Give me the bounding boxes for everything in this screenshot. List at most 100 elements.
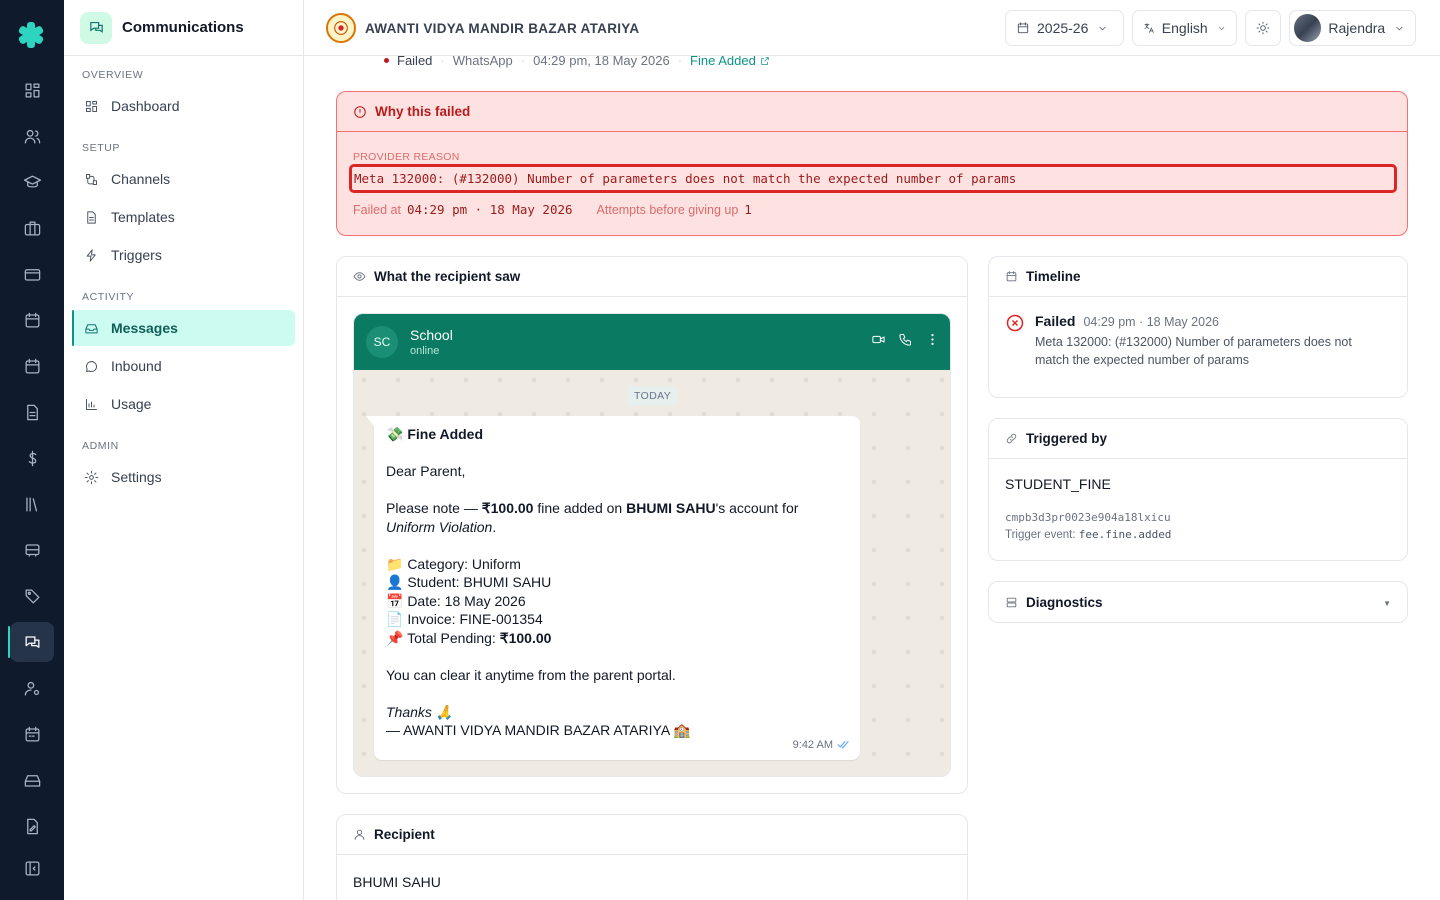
failure-footer: Failed at 04:29 pm · 18 May 2026 Attempt… xyxy=(353,202,752,217)
chevron-down-icon xyxy=(1099,26,1107,30)
bubble-line: 📅 Date: 18 May 2026 xyxy=(386,592,526,609)
rail-calendar-icon[interactable] xyxy=(10,300,54,340)
sidebar-title: Communications xyxy=(122,19,244,36)
rail-users-icon[interactable] xyxy=(10,116,54,156)
timeline-card-header: Timeline xyxy=(989,257,1407,297)
trigger-id: cmpb3d3pr0023e904a18lxicu xyxy=(1005,511,1171,524)
language-select[interactable]: English xyxy=(1132,10,1237,46)
failed-at-label: Failed at xyxy=(353,202,401,217)
bubble-line: — AWANTI VIDYA MANDIR BAZAR ATARIYA 🏫 xyxy=(386,722,691,738)
theme-toggle-button[interactable] xyxy=(1245,10,1281,46)
rail-briefcase-icon[interactable] xyxy=(10,208,54,248)
sidebar-item-label: Messages xyxy=(111,320,178,336)
sidebar-item-channels[interactable]: Channels xyxy=(72,161,295,197)
trigger-name: STUDENT_FINE xyxy=(1005,476,1111,492)
rail-collapse-icon[interactable] xyxy=(10,848,54,888)
whatsapp-preview: SC School online TODAY 💸 Fine Added Dear… xyxy=(353,313,951,777)
avatar xyxy=(1294,14,1322,42)
sidebar-item-label: Channels xyxy=(111,171,171,187)
bubble-line: Uniform Violation. xyxy=(386,518,497,535)
user-icon xyxy=(354,829,365,840)
dashboard-icon xyxy=(86,100,97,112)
calendar-icon xyxy=(1017,22,1029,34)
rail-library-icon[interactable] xyxy=(10,484,54,524)
rail-graduation-cap-icon[interactable] xyxy=(10,162,54,202)
chevron-down-icon xyxy=(1396,26,1403,30)
diagnostics-header[interactable]: Diagnostics xyxy=(989,582,1407,622)
failure-title: Why this failed xyxy=(375,104,471,119)
sidebar-item-templates[interactable]: Templates xyxy=(72,199,295,235)
sidebar-item-label: Usage xyxy=(111,396,152,412)
timeline-event-time: 04:29 pm · 18 May 2026 xyxy=(1083,315,1219,329)
eye-icon xyxy=(353,272,366,281)
rail-messages-icon[interactable] xyxy=(10,622,54,662)
rail-tag-icon[interactable] xyxy=(10,576,54,616)
failure-card: Why this failed PROVIDER REASON Meta 132… xyxy=(336,91,1408,236)
language-value: English xyxy=(1161,20,1208,36)
whatsapp-chat-body: TODAY 💸 Fine Added Dear Parent, Please n… xyxy=(354,370,950,776)
communications-icon xyxy=(80,11,112,44)
bubble-line: 📄 Invoice: FINE-001354 xyxy=(386,611,543,627)
rail-document-icon[interactable] xyxy=(10,392,54,432)
sidebar-item-label: Triggers xyxy=(111,247,162,263)
trigger-event-label: Trigger event: xyxy=(1005,529,1079,541)
status-dot xyxy=(384,58,389,63)
triggered-by-header: Triggered by xyxy=(989,419,1407,459)
sidebar-item-dashboard[interactable]: Dashboard xyxy=(72,88,295,124)
academic-year-select[interactable]: 2025-26 xyxy=(1005,10,1124,46)
rail-user-settings-icon[interactable] xyxy=(10,668,54,708)
attempts-label: Attempts before giving up xyxy=(596,202,739,217)
rail-bus-icon[interactable] xyxy=(10,530,54,570)
rail-dashboard-icon[interactable] xyxy=(10,70,54,110)
rail-card-icon[interactable] xyxy=(10,254,54,294)
sidebar-item-label: Templates xyxy=(111,209,175,225)
school-name: AWANTI VIDYA MANDIR BAZAR ATARIYA xyxy=(365,20,640,36)
diagnostics-card[interactable]: Diagnostics ▼ xyxy=(988,581,1408,623)
sidebar-item-label: Settings xyxy=(111,469,162,485)
section-activity: ACTIVITY xyxy=(82,291,135,303)
app-logo-icon[interactable] xyxy=(16,20,46,50)
phone-icon xyxy=(899,334,911,346)
sidebar-item-settings[interactable]: Settings xyxy=(72,459,295,495)
sidebar-item-label: Inbound xyxy=(111,358,162,374)
sidebar: Communications OVERVIEW Dashboard SETUP … xyxy=(64,0,304,900)
rail-dollar-icon[interactable] xyxy=(10,438,54,478)
rail-file-edit-icon[interactable] xyxy=(10,806,54,846)
contact-avatar: SC xyxy=(366,326,398,358)
rail-calendar-days-icon[interactable] xyxy=(10,346,54,386)
top-bar: AWANTI VIDYA MANDIR BAZAR ATARIYA 2025-2… xyxy=(304,0,1440,56)
sidebar-item-inbound[interactable]: Inbound xyxy=(72,348,295,384)
alert-circle-icon xyxy=(354,105,366,118)
trigger-event: Trigger event: fee.fine.added xyxy=(1005,528,1171,541)
recipient-card-header: Recipient xyxy=(337,815,967,855)
video-icon xyxy=(872,335,885,344)
app-rail xyxy=(0,0,64,900)
more-vertical-icon xyxy=(931,334,934,345)
bar-chart-icon xyxy=(86,398,97,410)
user-menu-button[interactable]: Rajendra xyxy=(1289,10,1416,46)
message-time: 9:42 AM xyxy=(793,736,850,755)
message-circle-icon xyxy=(86,360,97,372)
triggered-by-title: Triggered by xyxy=(1026,431,1108,446)
rail-schedule-icon[interactable] xyxy=(10,714,54,754)
external-link-icon xyxy=(761,56,769,65)
sidebar-item-triggers[interactable]: Triggers xyxy=(72,237,295,273)
inbox-icon xyxy=(85,323,98,333)
recipient-title: Recipient xyxy=(374,827,435,842)
sidebar-header: Communications xyxy=(64,0,303,56)
contact-status: online xyxy=(410,345,440,357)
sidebar-item-usage[interactable]: Usage xyxy=(72,386,295,422)
rail-inventory-icon[interactable] xyxy=(10,760,54,800)
sun-icon xyxy=(1256,21,1270,35)
gear-icon xyxy=(84,470,99,484)
whatsapp-actions xyxy=(871,332,940,347)
sidebar-item-messages[interactable]: Messages xyxy=(72,310,295,346)
calendar-icon xyxy=(1006,271,1017,282)
timeline-card: Timeline Failed 04:29 pm · 18 May 2026 M… xyxy=(988,256,1408,398)
academic-year-value: 2025-26 xyxy=(1037,20,1089,36)
bubble-line: Thanks 🙏 xyxy=(386,703,454,720)
user-name: Rajendra xyxy=(1328,20,1386,36)
chevron-down-icon xyxy=(1218,26,1224,30)
school-identity: AWANTI VIDYA MANDIR BAZAR ATARIYA xyxy=(326,13,639,43)
x-circle-icon xyxy=(1005,313,1025,369)
